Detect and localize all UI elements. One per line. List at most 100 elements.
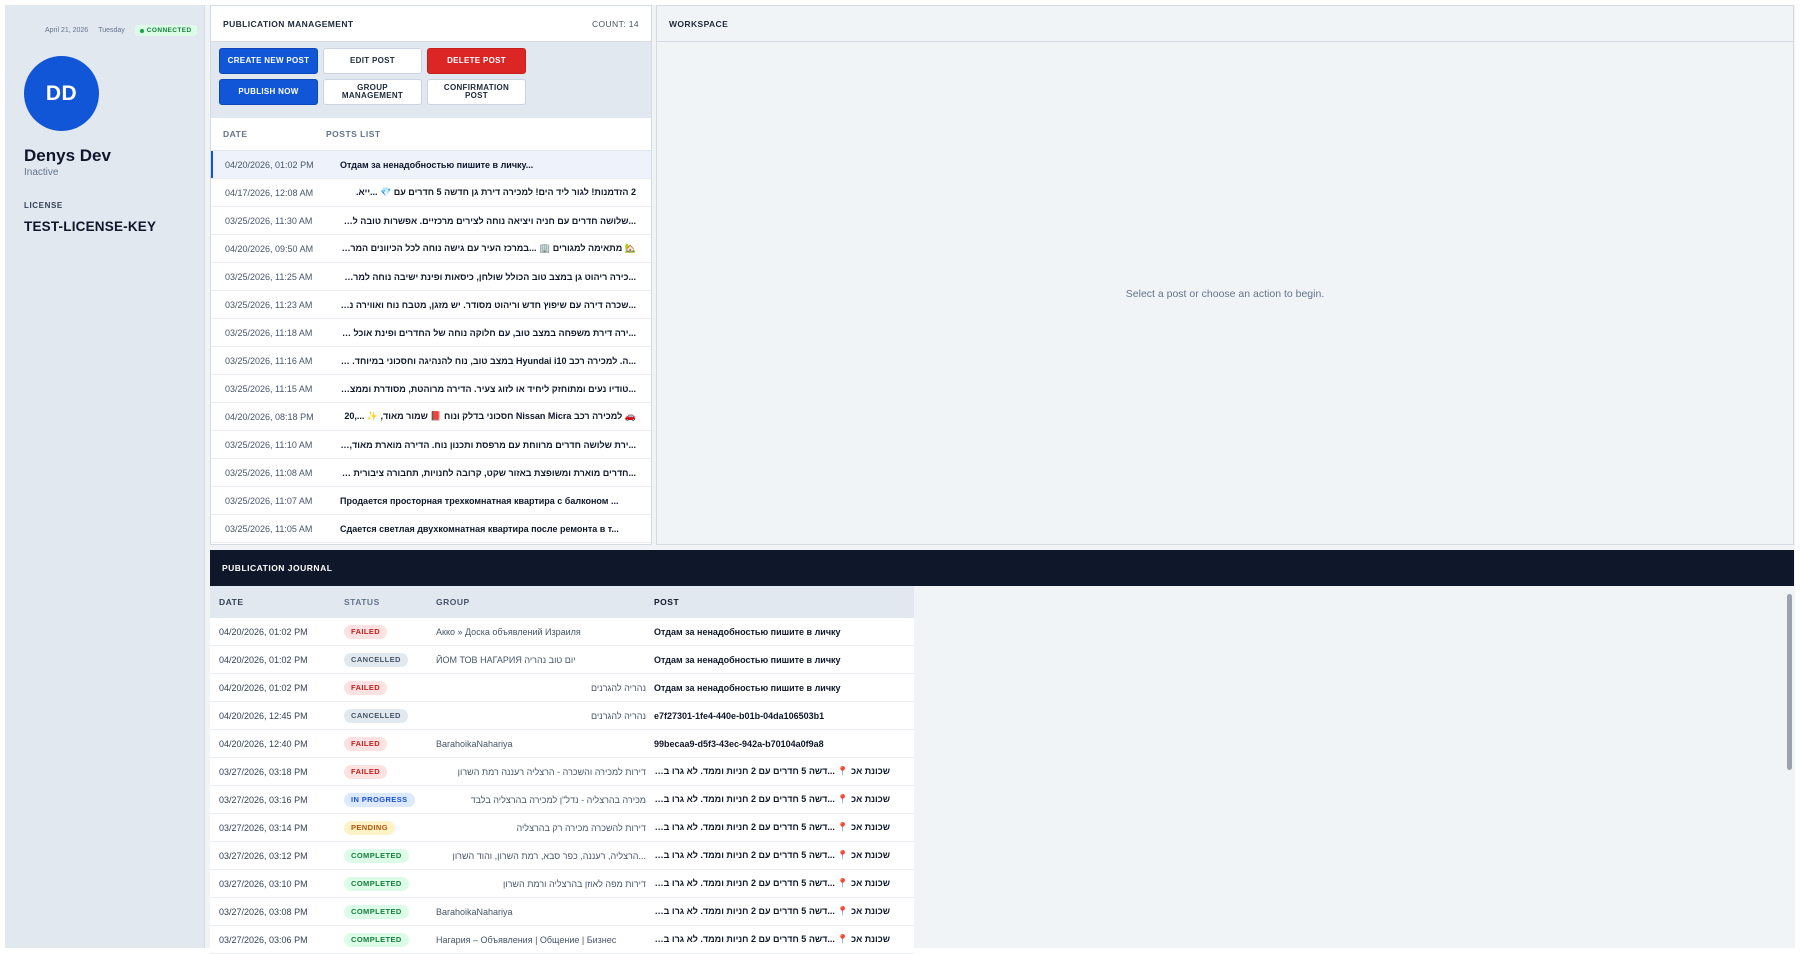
workspace-empty-message: Select a post or choose an action to beg… <box>1125 288 1325 300</box>
action-toolbar: CREATE NEW POST EDIT POST DELETE POST PU… <box>211 42 651 118</box>
journal-post: שכונת אכ 📍 ...דשה 5 חדרים עם 2 חניות וממ… <box>654 850 890 860</box>
journal-date: 03/27/2026, 03:14 PM <box>219 822 308 833</box>
journal-group: דירות להשכרה מכירה רק בהרצליה <box>516 822 646 833</box>
journal-post: Отдам за ненадобностью пишите в личку <box>654 626 841 637</box>
journal-post: שכונת אכ 📍 ...דשה 5 חדרים עם 2 חניות וממ… <box>654 822 890 832</box>
journal-post: שכונת אכ 📍 ...דשה 5 חדרים עם 2 חניות וממ… <box>654 906 890 916</box>
post-date: 03/25/2026, 11:10 AM <box>225 439 313 450</box>
post-list-item[interactable]: 03/25/2026, 11:16 AM ...ה. למכירה רכב Hyu… <box>211 347 651 375</box>
journal-group: דירות למכירה והשכרה - הרצליה רעננה רמת ה… <box>457 766 646 777</box>
status-badge: IN PROGRESS <box>344 792 415 807</box>
post-list-item[interactable]: 04/17/2026, 12:08 AM 2 הזדמנות! לגור ליד … <box>211 179 651 207</box>
journal-date: 03/27/2026, 03:06 PM <box>219 934 308 945</box>
status-badge: PENDING <box>344 820 395 835</box>
posts-list-header: DATE POSTS LIST <box>211 118 651 151</box>
publish-now-button[interactable]: PUBLISH NOW <box>219 79 318 105</box>
panel-title: PUBLICATION MANAGEMENT <box>223 18 354 29</box>
journal-scrollbar[interactable] <box>1784 586 1794 948</box>
post-list-item[interactable]: 04/20/2026, 08:18 PM 🚗 למכירה רכב Nissan … <box>211 403 651 431</box>
post-date: 03/25/2026, 11:07 AM <box>225 495 313 506</box>
post-list-item[interactable]: 03/25/2026, 11:30 AM ...שלושה חדרים עם חנ… <box>211 207 651 235</box>
journal-group: Акко » Доска объявлений Израиля <box>436 626 581 637</box>
post-title: ...ירה דירת משפחה במצב טוב, עם חלוקה נוח… <box>340 327 636 338</box>
post-list-item[interactable]: 03/25/2026, 11:25 AM ...כירה ריהוט גן במצ… <box>211 263 651 291</box>
scrollbar-thumb[interactable] <box>1787 594 1792 770</box>
table-row[interactable]: 04/20/2026, 01:02 PM FAILED Акко » Доска о… <box>210 618 914 646</box>
journal-group: מכירה בהרצליה - נדל"ן למכירה בהרצליה בלב… <box>470 794 646 805</box>
table-row[interactable]: 04/20/2026, 12:45 PM CANCELLED נהריה להגרנ… <box>210 702 914 730</box>
table-row[interactable]: 03/27/2026, 03:08 PM COMPLETED BarahoikaNa… <box>210 898 914 926</box>
post-list-item[interactable]: 03/25/2026, 11:07 AM Продается просторная… <box>211 487 651 515</box>
post-title: 🏡 מתאימה למגורים 🏢 ...במרכז העיר עם גישה… <box>340 243 636 253</box>
confirmation-post-button[interactable]: CONFIRMATION POST <box>427 79 526 105</box>
column-posts: POSTS LIST <box>326 129 381 139</box>
post-title: ...שלושה חדרים עם חניה ויציאה נוחה לצירי… <box>340 215 636 226</box>
post-list-item[interactable]: 03/25/2026, 11:05 AM Сдается светлая двух… <box>211 515 651 543</box>
post-list-item[interactable]: 04/20/2026, 01:02 PM Отдам за ненадобност… <box>211 151 651 179</box>
status-badge: CANCELLED <box>344 708 408 723</box>
journal-date: 04/20/2026, 12:40 PM <box>219 738 308 749</box>
journal-post: Отдам за ненадобностью пишите в личку <box>654 654 841 665</box>
user-name: Denys Dev <box>24 146 111 165</box>
post-list-item[interactable]: 03/25/2026, 11:18 AM ...ירה דירת משפחה במ… <box>211 319 651 347</box>
post-title: ...כירה ריהוט גן במצב טוב הכולל שולחן, כ… <box>340 271 636 282</box>
post-list-item[interactable]: 03/25/2026, 11:08 AM ...חדרים מוארת ומשופ… <box>211 459 651 487</box>
post-list-item[interactable]: 04/20/2026, 09:50 AM 🏡 מתאימה למגורים 🏢 .… <box>211 235 651 263</box>
status-cell: COMPLETED <box>344 904 436 919</box>
post-date: 03/25/2026, 11:30 AM <box>225 215 313 226</box>
edit-post-button[interactable]: EDIT POST <box>323 48 422 74</box>
column-date: DATE <box>219 597 244 607</box>
status-badge: COMPLETED <box>344 932 409 947</box>
connection-dot-icon <box>139 28 144 33</box>
column-post: POST <box>654 597 680 607</box>
table-row[interactable]: 03/27/2026, 03:06 PM COMPLETED Нагария – О… <box>210 926 914 954</box>
workspace-title: WORKSPACE <box>657 6 1793 42</box>
journal-post: שכונת אכ 📍 ...דשה 5 חדרים עם 2 חניות וממ… <box>654 934 890 944</box>
post-title: Сдается светлая двухкомнатная квартира п… <box>340 523 619 534</box>
status-cell: CANCELLED <box>344 708 436 723</box>
post-date: 04/20/2026, 09:50 AM <box>225 243 314 254</box>
journal-post: שכונת אכ 📍 ...דשה 5 חדרים עם 2 חניות וממ… <box>654 878 890 888</box>
table-row[interactable]: 03/27/2026, 03:16 PM IN PROGRESS מכירה בהר… <box>210 786 914 814</box>
journal-header-row: DATE STATUS GROUP POST <box>210 586 914 618</box>
journal-post: שכונת אכ 📍 ...דשה 5 חדרים עם 2 חניות וממ… <box>654 766 890 776</box>
table-row[interactable]: 03/27/2026, 03:14 PM PENDING דירות להשכרה … <box>210 814 914 842</box>
post-title: 🚗 למכירה רכב Nissan Micra חסכוני בדלק ונ… <box>344 411 636 421</box>
table-row[interactable]: 04/20/2026, 01:02 PM CANCELLED ЙОМ ТОВ НАГ… <box>210 646 914 674</box>
table-row[interactable]: 03/27/2026, 03:10 PM COMPLETED דירות מפה ל… <box>210 870 914 898</box>
column-date: DATE <box>223 129 248 139</box>
post-date: 03/25/2026, 11:25 AM <box>225 271 313 282</box>
status-cell: FAILED <box>344 736 436 751</box>
journal-group: נהריה להגרנים <box>590 710 646 721</box>
journal-group: ...הרצליה, רעננה, כפר סבא, רמת השרון, וה… <box>452 850 647 861</box>
post-title: ...ירת שלושה חדרים מרווחת עם מרפסת ותכנו… <box>340 439 636 450</box>
table-row[interactable]: 04/20/2026, 01:02 PM FAILED נהריה להגרנים О… <box>210 674 914 702</box>
status-cell: CANCELLED <box>344 652 436 667</box>
journal-date: 03/27/2026, 03:10 PM <box>219 878 308 889</box>
create-post-button[interactable]: CREATE NEW POST <box>219 48 318 74</box>
post-date: 03/25/2026, 11:08 AM <box>225 467 313 478</box>
post-list-item[interactable]: 03/25/2026, 11:10 AM ...ירת שלושה חדרים מ… <box>211 431 651 459</box>
table-row[interactable]: 03/27/2026, 03:18 PM FAILED דירות למכירה ו… <box>210 758 914 786</box>
post-list-item[interactable]: 03/25/2026, 11:23 AM ...שכרה דירה עם שיפו… <box>211 291 651 319</box>
journal-group: BarahoikaNahariya <box>436 906 513 917</box>
post-date: 04/20/2026, 08:18 PM <box>225 411 314 422</box>
post-list-item[interactable]: 03/25/2026, 11:15 AM ...טודיו נעים ומתוחז… <box>211 375 651 403</box>
license-label: LICENSE <box>24 201 63 210</box>
post-title: ...טודיו נעים ומתוחזק ליחיד או לזוג צעיר… <box>340 383 636 394</box>
table-row[interactable]: 03/27/2026, 03:12 PM COMPLETED ...הרצליה, … <box>210 842 914 870</box>
publication-management-panel: PUBLICATION MANAGEMENT COUNT: 14 CREATE … <box>210 5 652 545</box>
current-weekday: Tuesday <box>98 27 125 34</box>
journal-date: 03/27/2026, 03:08 PM <box>219 906 308 917</box>
sidebar: April 21, 2026 Tuesday CONNECTED DD Deny… <box>5 5 205 948</box>
connection-badge: CONNECTED <box>134 25 197 36</box>
journal-date: 03/27/2026, 03:16 PM <box>219 794 308 805</box>
workspace-panel: WORKSPACE Select a post or choose an act… <box>656 5 1794 545</box>
status-badge: FAILED <box>344 736 388 751</box>
status-badge: CANCELLED <box>344 652 408 667</box>
table-row[interactable]: 04/20/2026, 12:40 PM FAILED BarahoikaNahar… <box>210 730 914 758</box>
delete-post-button[interactable]: DELETE POST <box>427 48 526 74</box>
journal-table: DATE STATUS GROUP POST 04/20/2026, 01:02… <box>210 586 914 954</box>
group-management-button[interactable]: GROUP MANAGEMENT <box>323 79 422 105</box>
post-date: 03/25/2026, 11:16 AM <box>225 355 313 366</box>
